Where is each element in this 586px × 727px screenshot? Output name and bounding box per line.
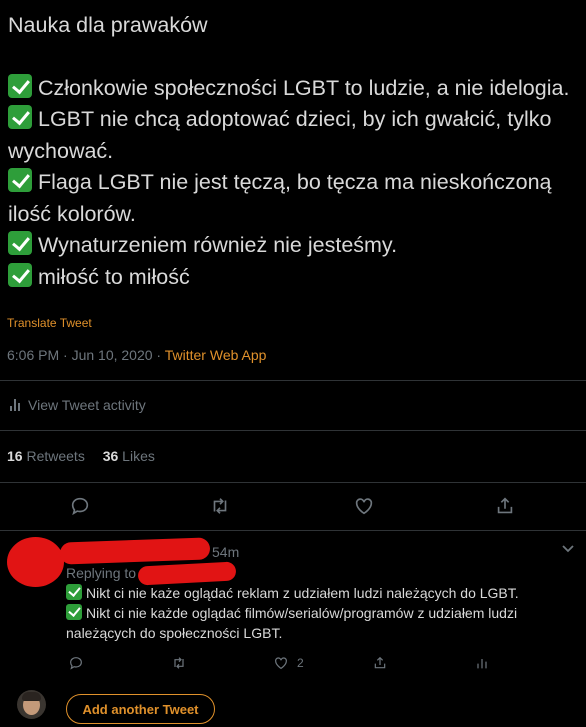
reply-line: Nikt ci nie każe oglądać reklam z udział… xyxy=(66,583,576,603)
reply-body: Nikt ci nie każe oglądać reklam z udział… xyxy=(66,583,576,643)
share-icon[interactable] xyxy=(372,655,388,671)
view-tweet-activity[interactable]: View Tweet activity xyxy=(10,397,146,413)
tweet-client-link[interactable]: Twitter Web App xyxy=(165,347,267,363)
divider xyxy=(0,530,586,531)
bar-chart-icon[interactable] xyxy=(474,655,490,671)
tweet-timestamp[interactable]: 6:06 PM · Jun 10, 2020 · xyxy=(7,347,165,363)
tweet-title-line: Nauka dla prawaków xyxy=(8,13,208,37)
tweet-line: LGBT nie chcą adoptować dzieci, by ich g… xyxy=(8,105,552,163)
reply-icon[interactable] xyxy=(68,655,84,671)
share-icon[interactable] xyxy=(494,495,516,517)
redacted-avatar xyxy=(7,537,64,587)
reply-icon[interactable] xyxy=(69,495,91,517)
checkmark-icon xyxy=(8,73,32,98)
activity-label: View Tweet activity xyxy=(28,397,146,413)
tweet-line: Wynaturzeniem również nie jesteśmy. xyxy=(8,230,580,262)
divider xyxy=(0,482,586,483)
tweet-meta: 6:06 PM · Jun 10, 2020 · Twitter Web App xyxy=(7,347,266,363)
checkmark-icon xyxy=(66,604,82,620)
tweet-body: Nauka dla prawaków Członkowie społecznoś… xyxy=(8,10,580,293)
redacted-username xyxy=(59,537,211,565)
divider xyxy=(0,430,586,431)
retweet-icon[interactable] xyxy=(171,655,187,671)
avatar[interactable] xyxy=(17,690,46,719)
tweet-line: Flaga LGBT nie jest tęczą, bo tęcza ma n… xyxy=(8,168,552,226)
translate-tweet-link[interactable]: Translate Tweet xyxy=(7,316,92,330)
divider xyxy=(0,380,586,381)
checkmark-icon xyxy=(66,584,82,600)
tweet-stats: 16 Retweets 36 Likes xyxy=(7,448,155,464)
add-another-tweet-button[interactable]: Add another Tweet xyxy=(66,694,215,724)
like-icon[interactable] xyxy=(273,655,289,671)
tweet-line: Członkowie społeczności LGBT to ludzie, … xyxy=(8,73,580,105)
likes-stat[interactable]: 36 Likes xyxy=(103,448,155,464)
reply-line: Nikt ci nie każde oglądać filmów/serialó… xyxy=(66,604,518,641)
checkmark-icon xyxy=(8,262,32,287)
checkmark-icon xyxy=(8,231,32,255)
retweet-icon[interactable] xyxy=(209,495,231,517)
retweets-stat[interactable]: 16 Retweets xyxy=(7,448,85,464)
chevron-down-icon[interactable] xyxy=(561,544,575,554)
reply-time[interactable]: 54m xyxy=(212,544,239,560)
bar-chart-icon xyxy=(10,399,20,411)
redacted-mention xyxy=(137,561,237,586)
tweet-line: miłość to miłość xyxy=(8,262,580,294)
reply-like-count: 2 xyxy=(297,656,304,670)
checkmark-icon xyxy=(8,168,32,192)
checkmark-icon xyxy=(8,105,32,129)
replying-to: Replying to xyxy=(66,565,137,581)
like-icon[interactable] xyxy=(353,495,375,517)
